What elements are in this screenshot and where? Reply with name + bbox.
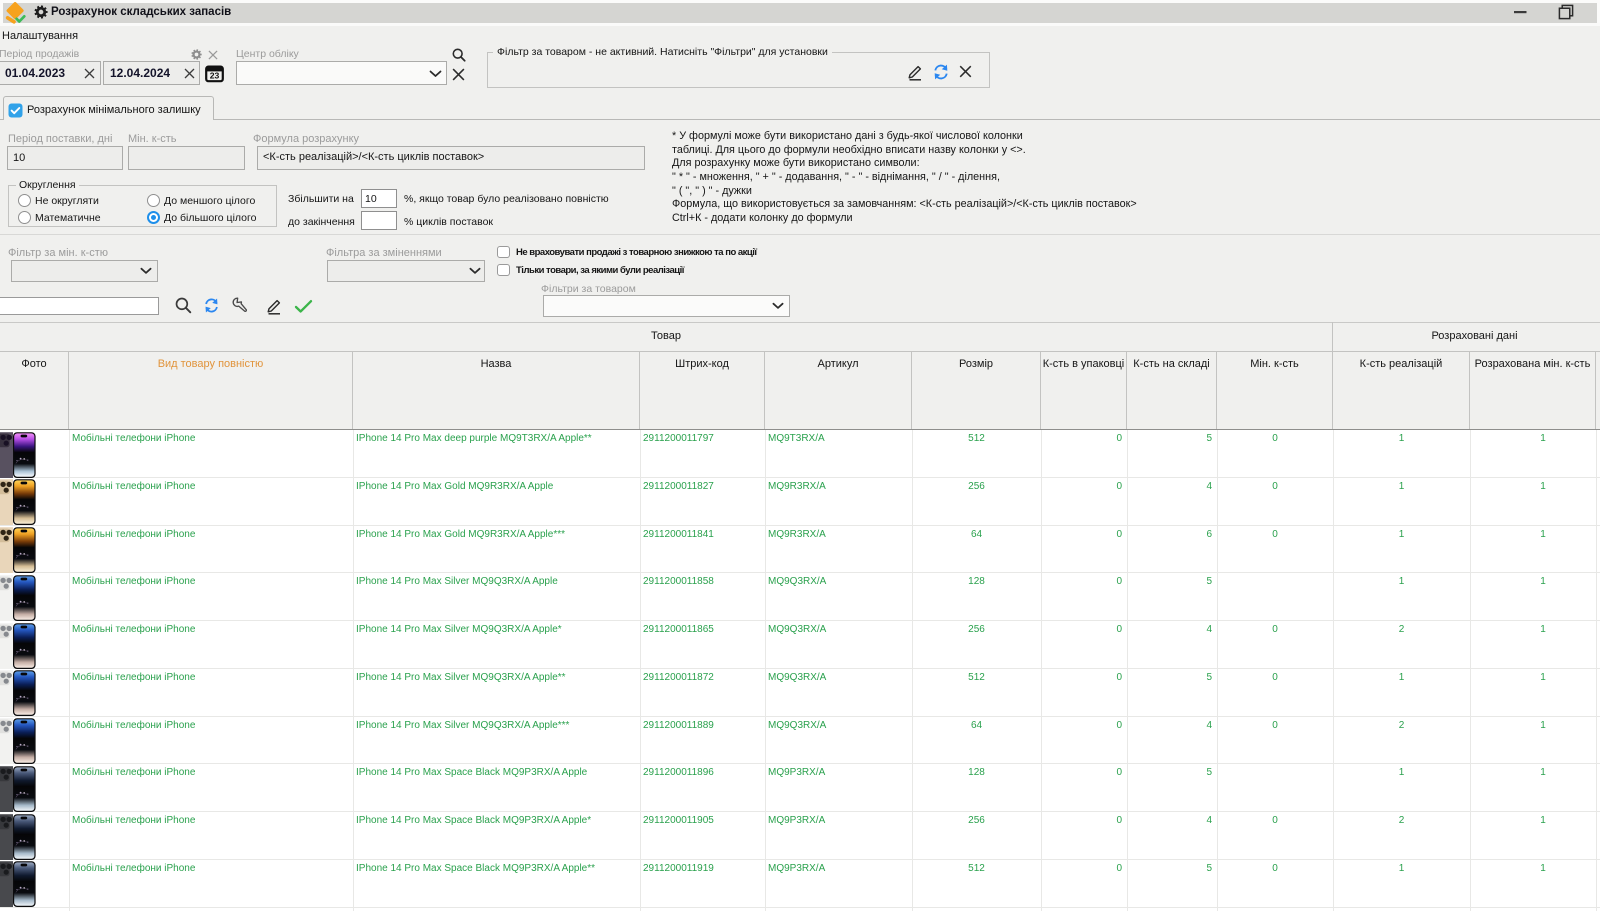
svg-text:23: 23 [210,71,220,81]
